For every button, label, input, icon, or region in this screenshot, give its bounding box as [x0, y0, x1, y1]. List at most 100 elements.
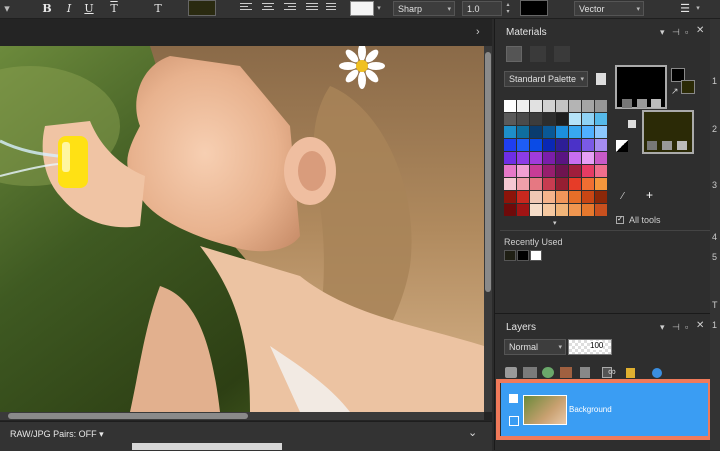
fg-gradient-mode-icon[interactable]	[637, 99, 647, 108]
duplicate-layer-icon[interactable]	[580, 367, 590, 378]
color-swatch[interactable]	[595, 165, 607, 177]
color-swatch[interactable]	[517, 139, 529, 151]
italic-button[interactable]: I	[62, 1, 76, 16]
align-right-icon[interactable]	[284, 3, 296, 13]
palette-options-icon[interactable]	[596, 73, 606, 85]
color-swatch[interactable]	[582, 139, 594, 151]
color-swatch[interactable]	[556, 165, 568, 177]
color-swatch[interactable]	[543, 204, 555, 216]
fill-color-swatch[interactable]	[188, 0, 216, 16]
color-swatch[interactable]	[556, 191, 568, 203]
color-swatch[interactable]	[582, 178, 594, 190]
align-center-icon[interactable]	[262, 3, 274, 13]
link-icon[interactable]: ∞	[608, 367, 616, 378]
mini-bg-swatch[interactable]	[681, 80, 695, 94]
color-swatch[interactable]	[543, 152, 555, 164]
superscript-button[interactable]: T	[106, 1, 122, 16]
scroll-down-icon[interactable]: ▾	[553, 219, 557, 229]
color-swatch[interactable]	[595, 113, 607, 125]
color-swatch[interactable]	[582, 100, 594, 112]
palette-menu-icon[interactable]: ▾	[660, 322, 665, 332]
color-swatch-grid[interactable]	[504, 100, 608, 217]
bg-color-mode-icon[interactable]	[647, 141, 657, 150]
color-swatch[interactable]	[569, 165, 581, 177]
color-swatch[interactable]	[530, 165, 542, 177]
chevron-right-icon[interactable]: ›	[476, 26, 486, 38]
stroke-width-input[interactable]: 1.0	[462, 1, 502, 16]
color-swatch[interactable]	[569, 178, 581, 190]
color-swatch[interactable]	[569, 204, 581, 216]
color-swatch[interactable]	[569, 139, 581, 151]
color-swatch[interactable]	[543, 100, 555, 112]
color-swatch[interactable]	[530, 113, 542, 125]
color-swatch[interactable]	[517, 204, 529, 216]
close-icon[interactable]: ✕	[696, 321, 704, 331]
color-swatch[interactable]	[517, 113, 529, 125]
color-swatch[interactable]	[530, 126, 542, 138]
color-swatch[interactable]	[582, 152, 594, 164]
new-vector-layer-icon[interactable]	[523, 367, 537, 378]
rainbow-tab-icon[interactable]	[530, 46, 546, 62]
direction-dropdown-icon[interactable]: ▾	[375, 1, 383, 16]
color-swatch[interactable]	[530, 100, 542, 112]
auto-hide-icon[interactable]: ▫	[685, 27, 688, 37]
align-left-icon[interactable]	[240, 3, 252, 13]
justify-icon[interactable]	[306, 3, 318, 13]
new-group-icon[interactable]	[542, 367, 554, 378]
color-swatch[interactable]	[569, 191, 581, 203]
recent-color-1[interactable]	[504, 250, 516, 261]
antialias-select[interactable]: Sharp ▾	[393, 1, 455, 16]
color-swatch[interactable]	[569, 100, 581, 112]
color-swatch[interactable]	[543, 178, 555, 190]
palette-select[interactable]: Standard Palette ▾	[504, 71, 588, 87]
text-direction-button[interactable]	[350, 1, 374, 16]
create-as-select[interactable]: Vector ▾	[574, 1, 644, 16]
color-swatch[interactable]	[530, 178, 542, 190]
swatches-tab-icon[interactable]	[554, 46, 570, 62]
new-mask-icon[interactable]	[560, 367, 572, 378]
color-swatch[interactable]	[517, 100, 529, 112]
color-swatch[interactable]	[517, 178, 529, 190]
swap-colors-icon[interactable]: ↗	[671, 86, 679, 96]
dropdown-arrow-icon[interactable]: ▾	[0, 1, 14, 16]
color-swatch[interactable]	[504, 165, 516, 177]
color-swatch[interactable]	[543, 113, 555, 125]
color-swatch[interactable]	[595, 204, 607, 216]
blend-mode-select[interactable]: Normal ▾	[504, 339, 566, 355]
add-swatch-icon[interactable]: +	[646, 189, 653, 201]
color-swatch[interactable]	[582, 126, 594, 138]
stroke-color-swatch[interactable]	[520, 0, 548, 16]
color-swatch[interactable]	[530, 139, 542, 151]
color-swatch[interactable]	[517, 165, 529, 177]
bold-button[interactable]: B	[40, 1, 54, 16]
color-swatch[interactable]	[595, 152, 607, 164]
color-swatch[interactable]	[556, 152, 568, 164]
color-swatch[interactable]	[595, 139, 607, 151]
chevron-down-icon[interactable]: ⌄	[468, 426, 477, 439]
color-swatch[interactable]	[582, 113, 594, 125]
line-spacing-icon[interactable]	[326, 3, 338, 13]
filmstrip-tab[interactable]	[132, 443, 282, 450]
horizontal-scroll-thumb[interactable]	[8, 413, 248, 419]
color-swatch[interactable]	[504, 178, 516, 190]
color-swatch[interactable]	[543, 165, 555, 177]
stroke-width-spinner[interactable]: ▴ ▾	[503, 1, 513, 16]
underline-button[interactable]: U	[82, 1, 96, 16]
palette-menu-icon[interactable]: ▾	[660, 27, 665, 37]
color-swatch[interactable]	[504, 113, 516, 125]
recent-color-2[interactable]	[517, 250, 529, 261]
color-swatch[interactable]	[530, 191, 542, 203]
color-swatch[interactable]	[556, 204, 568, 216]
color-swatch[interactable]	[517, 126, 529, 138]
color-swatch[interactable]	[556, 139, 568, 151]
color-swatch[interactable]	[595, 100, 607, 112]
fg-pattern-mode-icon[interactable]	[651, 99, 661, 108]
color-swatch[interactable]	[517, 191, 529, 203]
color-swatch[interactable]	[556, 100, 568, 112]
eyedropper-icon[interactable]: ⁄	[622, 192, 624, 202]
fg-color-mode-icon[interactable]	[622, 99, 632, 108]
new-raster-layer-icon[interactable]	[505, 367, 517, 378]
opacity-slider[interactable]: 100	[568, 339, 612, 355]
text-path-button[interactable]: T	[150, 1, 166, 16]
recent-color-3[interactable]	[530, 250, 542, 261]
